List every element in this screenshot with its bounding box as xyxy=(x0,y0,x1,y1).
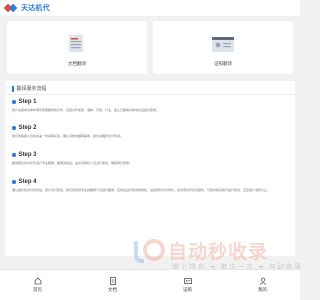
nav-item-home[interactable]: 首页 xyxy=(0,270,75,300)
step-text: 客户在需求表单中填写所需翻译的文件，包括文件类型、语种、字数、行业、截止日期等具… xyxy=(12,108,160,112)
step-dot-icon xyxy=(12,153,16,157)
watermark-logo-icon xyxy=(134,239,165,263)
nav-label: 文档 xyxy=(108,287,117,292)
nav-item-profile[interactable]: 我的 xyxy=(225,270,300,300)
step-3: Step 3 翻译团队将对文件进行专业翻译，翻译完成后，由资深审校人员进行审校，… xyxy=(12,152,290,166)
home-icon xyxy=(34,277,41,285)
logo-text: 天达机代 xyxy=(21,5,50,12)
step-dot-icon xyxy=(12,180,16,184)
step-dot-icon xyxy=(12,126,16,130)
step-title: Step 4 xyxy=(18,179,37,185)
step-title: Step 2 xyxy=(18,125,37,131)
user-icon xyxy=(259,277,266,285)
panel-title-text: 翻译服务流程 xyxy=(16,86,47,92)
nav-item-document[interactable]: 文档 xyxy=(75,270,150,300)
header: 天达机代 xyxy=(0,0,300,16)
card-label: 证照翻译 xyxy=(214,61,232,66)
card-id-translation[interactable]: 证照翻译 xyxy=(153,21,293,74)
step-text: 翻译团队将对文件进行专业翻译，翻译完成后，由资深审校人员进行审校，确保译文质量。 xyxy=(12,161,133,165)
nav-label: 我的 xyxy=(258,287,267,292)
nav-item-id-card[interactable]: 证照 xyxy=(150,270,225,300)
nav-label: 首页 xyxy=(33,287,42,292)
panel-title: 翻译服务流程 xyxy=(12,85,47,92)
bottom-nav: 首页 文档 证照 我的 xyxy=(0,269,300,300)
logo-icon xyxy=(3,3,19,13)
card-document-translation[interactable]: 文档翻译 xyxy=(7,21,147,74)
step-4: Step 4 确认报价和交付时间后，客户支付费用，我们将安排专业的翻译人员进行翻… xyxy=(12,179,290,193)
service-cards: 文档翻译 证照翻译 xyxy=(7,21,293,74)
step-2: Step 2 我们的客服人员将在第一时间联系您，确认具体的翻译需求，报价并确定交… xyxy=(12,125,290,139)
step-title: Step 3 xyxy=(18,152,37,158)
logo[interactable]: 天达机代 xyxy=(3,3,50,13)
watermark-title: 自动秒收录 xyxy=(168,242,269,263)
step-title: Step 1 xyxy=(18,99,37,105)
step-1: Step 1 客户在需求表单中填写所需翻译的文件，包括文件类型、语种、字数、行业… xyxy=(12,99,290,113)
nav-label: 证照 xyxy=(183,287,192,292)
service-process-panel: 翻译服务流程 Step 1 客户在需求表单中填写所需翻译的文件，包括文件类型、语… xyxy=(5,81,295,256)
id-card-icon xyxy=(212,37,234,52)
document-icon xyxy=(69,35,83,52)
step-text: 我们的客服人员将在第一时间联系您，确认具体的翻译需求，报价并确定交付时间。 xyxy=(12,134,124,138)
divider xyxy=(5,94,295,95)
id-card-icon xyxy=(183,278,192,284)
title-accent-bar xyxy=(12,85,14,92)
step-text: 确认报价和交付时间后，客户支付费用，我们将安排专业的翻译人员进行翻译，完成后进行… xyxy=(12,188,271,192)
step-dot-icon xyxy=(12,100,16,104)
card-label: 文档翻译 xyxy=(68,61,86,66)
document-icon xyxy=(109,277,116,285)
